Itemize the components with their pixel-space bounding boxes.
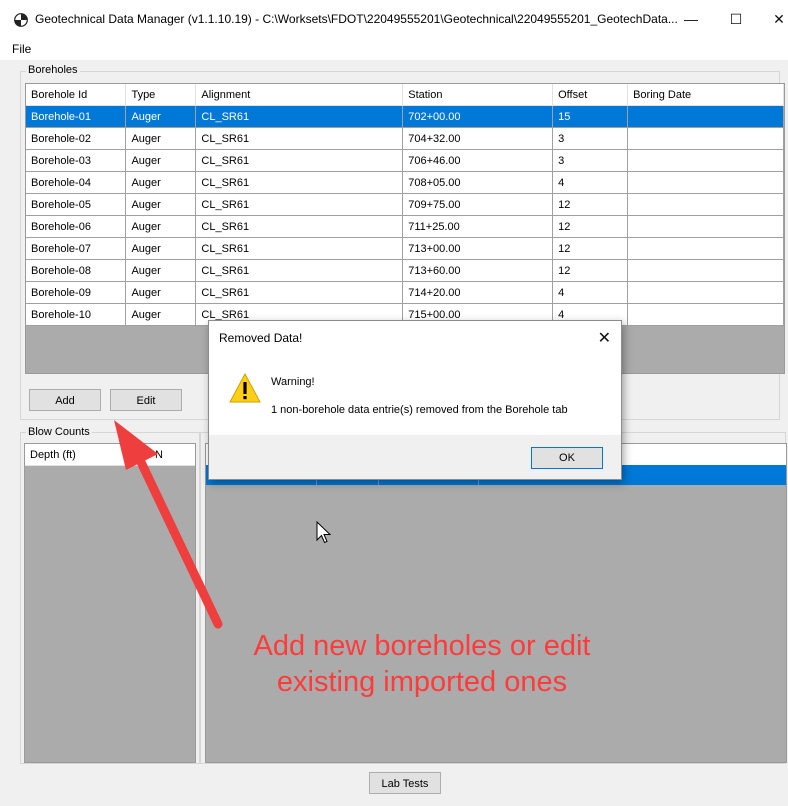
annotation-line: existing imported ones <box>276 666 568 698</box>
annotation-line: Add new boreholes or edit <box>253 630 591 662</box>
dialog-title-bar: Removed Data! ✕ <box>209 321 621 353</box>
dialog-heading: Warning! <box>271 376 315 388</box>
annotation-text: Add new boreholes or edit existing impor… <box>212 628 632 700</box>
ok-button[interactable]: OK <box>531 447 603 469</box>
warning-icon <box>229 373 261 403</box>
dialog-title: Removed Data! <box>219 331 303 345</box>
dialog-body <box>209 353 621 435</box>
mouse-cursor-icon <box>316 521 332 544</box>
dialog-close-button[interactable]: ✕ <box>598 328 611 348</box>
main-window: Geotechnical Data Manager (v1.1.10.19) -… <box>0 0 788 806</box>
dialog-message: 1 non-borehole data entrie(s) removed fr… <box>271 404 568 416</box>
removed-data-dialog: Removed Data! ✕ Warning! 1 non-borehole … <box>208 320 622 480</box>
